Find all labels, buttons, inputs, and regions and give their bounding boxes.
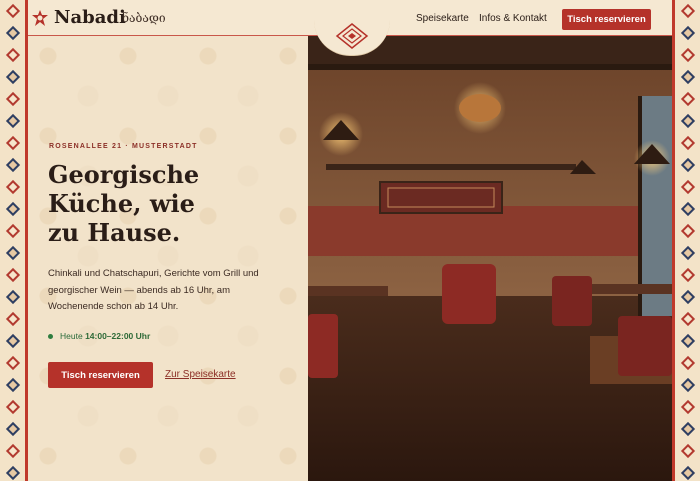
border-diamond-icon (0, 264, 25, 286)
nav-speisekarte[interactable]: Speisekarte (416, 13, 469, 24)
border-diamond-icon (675, 44, 700, 66)
border-diamond-icon (675, 286, 700, 308)
border-diamond-icon (675, 396, 700, 418)
border-diamond-icon (0, 132, 25, 154)
border-diamond-icon (675, 308, 700, 330)
border-diamond-icon (0, 66, 25, 88)
border-diamond-icon (675, 264, 700, 286)
border-diamond-icon (0, 44, 25, 66)
border-diamond-icon (675, 66, 700, 88)
hero-panel: ROSENALLEE 21 · MUSTERSTADT Georgische K… (28, 36, 308, 481)
border-diamond-icon (0, 220, 25, 242)
left-ornament-border (0, 0, 28, 481)
hero-title-line: Georgische (48, 160, 200, 189)
border-diamond-icon (0, 0, 25, 22)
brand-name[interactable]: Nabadi (54, 7, 126, 28)
border-diamond-icon (675, 352, 700, 374)
border-diamond-icon (675, 132, 700, 154)
reserve-button[interactable]: Tisch reservieren (48, 362, 153, 388)
brand-name-georgian: ნაბადი (122, 11, 166, 25)
border-diamond-icon (675, 440, 700, 462)
border-diamond-icon (675, 220, 700, 242)
border-diamond-icon (675, 374, 700, 396)
hours-label: Heute (60, 331, 83, 341)
border-diamond-icon (0, 176, 25, 198)
border-diamond-icon (0, 88, 25, 110)
border-diamond-icon (675, 154, 700, 176)
border-diamond-icon (0, 242, 25, 264)
ornament-star-icon[interactable] (32, 10, 48, 26)
border-diamond-icon (675, 330, 700, 352)
border-diamond-icon (0, 22, 25, 44)
border-diamond-icon (0, 198, 25, 220)
opening-hours: Heute 14:00–22:00 Uhr (48, 331, 150, 341)
border-diamond-icon (0, 418, 25, 440)
border-diamond-icon (0, 286, 25, 308)
header-reserve-button[interactable]: Tisch reservieren (562, 9, 651, 30)
hero-title-line: zu Hause. (48, 218, 181, 247)
border-diamond-icon (0, 352, 25, 374)
border-motifs (0, 0, 25, 481)
border-diamond-icon (0, 396, 25, 418)
hero-title: Georgische Küche, wie zu Hause. (48, 160, 268, 247)
open-status-dot-icon (48, 333, 53, 339)
diamond-ornament-icon (335, 23, 369, 49)
border-diamond-icon (675, 22, 700, 44)
border-diamond-icon (675, 88, 700, 110)
border-diamond-icon (0, 440, 25, 462)
border-diamond-icon (0, 462, 25, 481)
border-diamond-icon (0, 308, 25, 330)
hero-description: Chinkali und Chatschapuri, Gerichte vom … (48, 268, 259, 312)
border-diamond-icon (675, 462, 700, 481)
restaurant-interior-image (308, 36, 672, 481)
hero-title-line: Küche, wie (48, 189, 195, 218)
nav-infos-kontakt[interactable]: Infos & Kontakt (479, 13, 547, 24)
border-diamond-icon (0, 374, 25, 396)
menu-link[interactable]: Zur Speisekarte (165, 369, 236, 380)
hours-value: 14:00–22:00 Uhr (85, 331, 151, 341)
border-diamond-icon (675, 242, 700, 264)
border-diamond-icon (675, 110, 700, 132)
border-diamond-icon (675, 198, 700, 220)
border-diamond-icon (675, 176, 700, 198)
border-diamond-icon (0, 330, 25, 352)
border-diamond-icon (0, 110, 25, 132)
border-motifs (675, 0, 700, 481)
border-diamond-icon (0, 154, 25, 176)
border-diamond-icon (675, 418, 700, 440)
border-diamond-icon (675, 0, 700, 22)
right-ornament-border (672, 0, 700, 481)
address-label: ROSENALLEE 21 · MUSTERSTADT (49, 143, 198, 150)
